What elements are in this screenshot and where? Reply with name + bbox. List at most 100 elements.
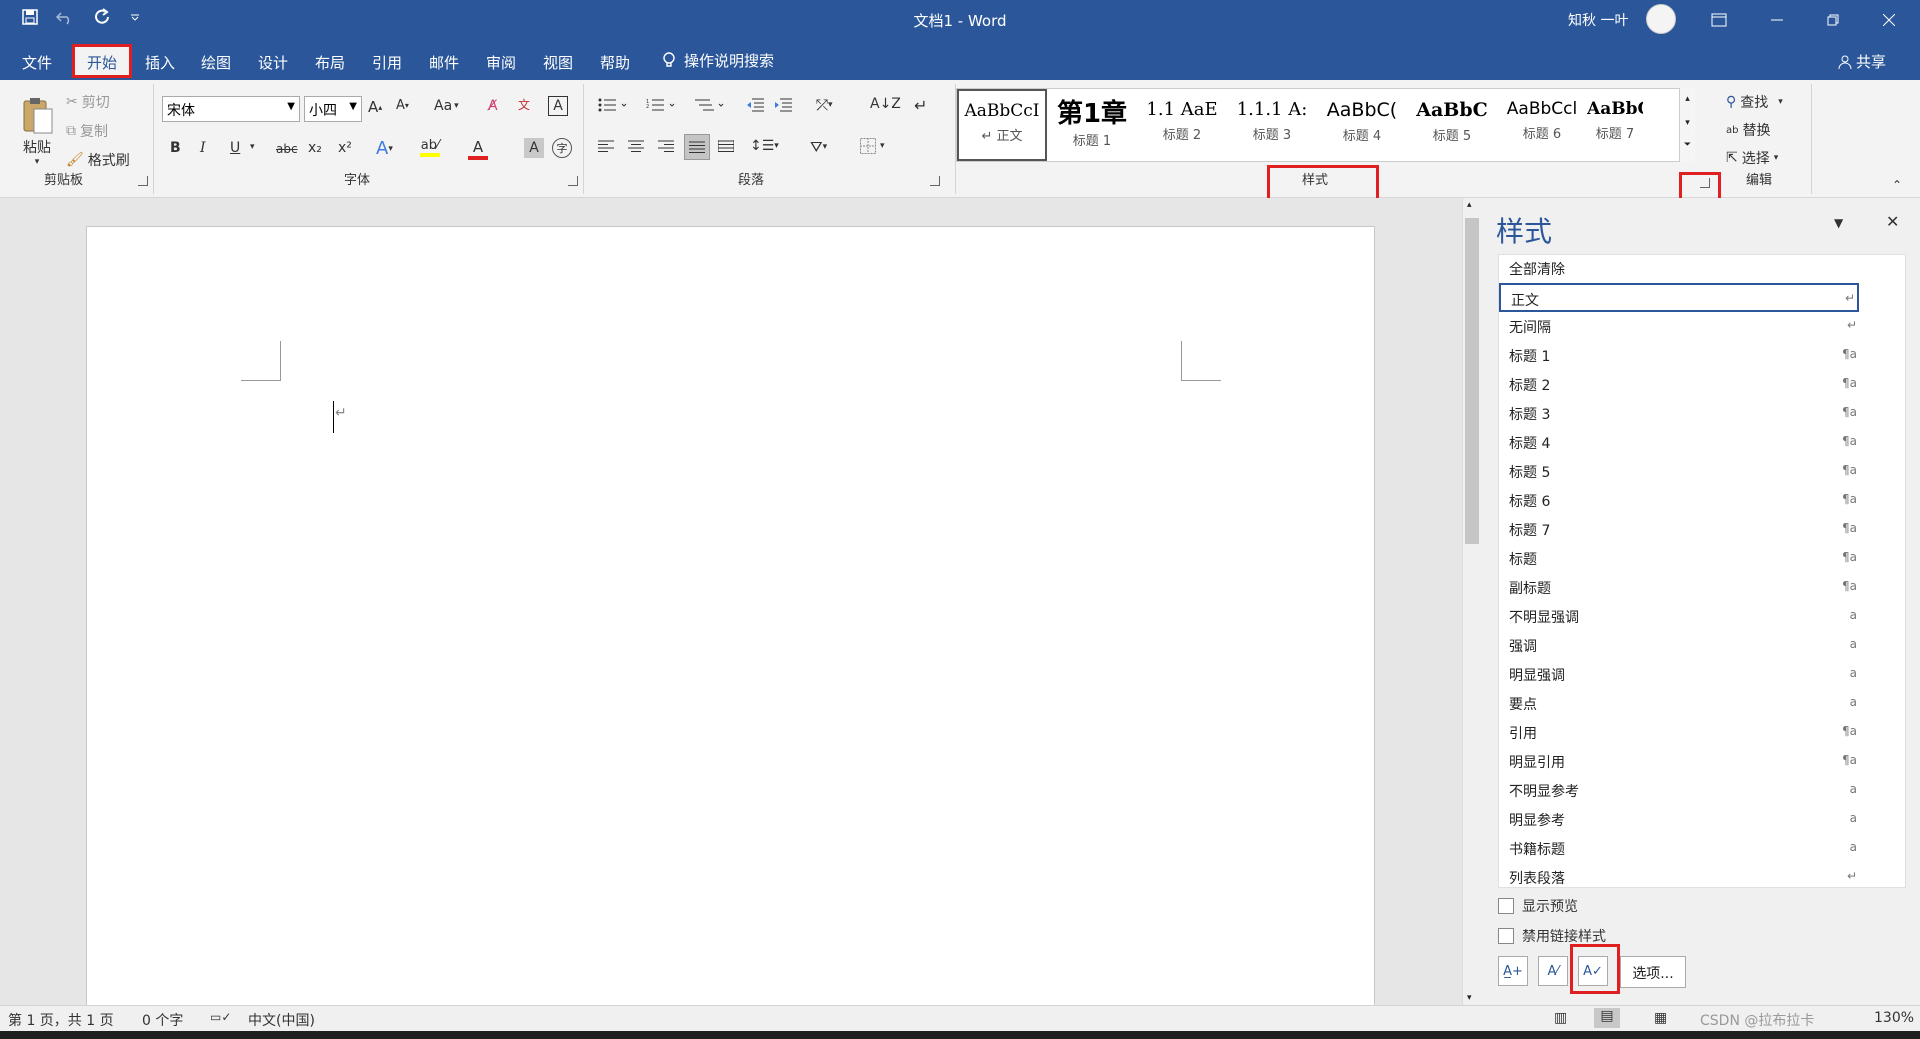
select-button[interactable]: ⇱ 选择 ▾ bbox=[1726, 148, 1778, 168]
style-heading-1[interactable]: 第1章 标题 1 bbox=[1047, 89, 1137, 161]
bullets-icon[interactable] bbox=[598, 98, 628, 112]
enclose-character-icon[interactable]: A bbox=[548, 96, 568, 116]
grow-font-button[interactable]: A ▴ bbox=[368, 98, 382, 116]
style-heading-6[interactable]: AaBbCcl 标题 6 bbox=[1497, 89, 1587, 161]
scroll-down-icon[interactable]: ▾ bbox=[1467, 993, 1472, 1003]
copy-button[interactable]: ⧉ 复制 bbox=[66, 121, 108, 141]
chinese-layout-icon[interactable]: ⤱ ▾ bbox=[816, 96, 833, 114]
options-button[interactable]: 选项... bbox=[1620, 956, 1686, 988]
strikethrough-button[interactable]: abc bbox=[276, 142, 298, 156]
borders-icon[interactable]: ▾ bbox=[860, 138, 885, 154]
paragraph-dialog-launcher[interactable] bbox=[930, 176, 940, 186]
ribbon-display-options-button[interactable] bbox=[1696, 0, 1742, 40]
style-list-item[interactable]: 标题 3 ¶a bbox=[1499, 399, 1905, 428]
style-list-item[interactable]: 标题 ¶a bbox=[1499, 544, 1905, 573]
show-marks-icon[interactable]: ↵ bbox=[914, 96, 927, 115]
font-dialog-launcher[interactable] bbox=[568, 176, 578, 186]
pane-options-icon[interactable]: ▼ bbox=[1834, 216, 1843, 230]
enclose-characters-icon[interactable]: 字 bbox=[552, 138, 572, 158]
close-button[interactable] bbox=[1866, 0, 1912, 40]
style-list-item[interactable]: 明显参考 a bbox=[1499, 805, 1905, 834]
style-heading-5[interactable]: AaBbC 标题 5 bbox=[1407, 89, 1497, 161]
clipboard-dialog-launcher[interactable] bbox=[138, 176, 148, 186]
word-count[interactable]: 0 个字 bbox=[142, 1010, 183, 1030]
shading-icon[interactable]: ⛛ ▾ bbox=[810, 138, 827, 156]
style-heading-7[interactable]: AaBbCcl 标题 7 bbox=[1587, 89, 1643, 161]
style-normal[interactable]: AaBbCcI ↵ 正文 bbox=[957, 89, 1047, 161]
read-mode-icon[interactable]: ▥ bbox=[1554, 1010, 1567, 1026]
style-list-item[interactable]: 书籍标题 a bbox=[1499, 834, 1905, 863]
document-page[interactable]: ↵ bbox=[86, 226, 1375, 1016]
style-list-item[interactable]: 标题 4 ¶a bbox=[1499, 428, 1905, 457]
italic-button[interactable]: I bbox=[200, 140, 206, 156]
styles-gallery-scroll[interactable]: ▴ ▾ ⏷ bbox=[1679, 88, 1695, 162]
restore-button[interactable] bbox=[1810, 0, 1856, 40]
style-list-item[interactable]: 引用 ¶a bbox=[1499, 718, 1905, 747]
style-list-item[interactable]: 要点 a bbox=[1499, 689, 1905, 718]
tab-references[interactable]: 引用 bbox=[372, 52, 402, 73]
numbering-icon[interactable]: 12 bbox=[646, 98, 676, 112]
tab-layout[interactable]: 布局 bbox=[315, 52, 345, 73]
style-list-item[interactable]: 标题 6 ¶a bbox=[1499, 486, 1905, 515]
page-count[interactable]: 第 1 页，共 1 页 bbox=[8, 1010, 114, 1030]
increase-indent-icon[interactable] bbox=[774, 98, 792, 112]
tab-view[interactable]: 视图 bbox=[543, 52, 573, 73]
decrease-indent-icon[interactable] bbox=[746, 98, 764, 112]
user-name[interactable]: 知秋 一叶 bbox=[1568, 10, 1628, 30]
style-heading-2[interactable]: 1.1 AaE 标题 2 bbox=[1137, 89, 1227, 161]
clear-formatting-icon[interactable]: A̸ bbox=[488, 98, 498, 114]
style-list-item[interactable]: 强调 a bbox=[1499, 631, 1905, 660]
cut-button[interactable]: ✂ 剪切 bbox=[66, 92, 110, 112]
distributed-icon[interactable] bbox=[718, 140, 734, 152]
style-list-item[interactable]: 明显引用 ¶a bbox=[1499, 747, 1905, 776]
tab-draw[interactable]: 绘图 bbox=[201, 52, 231, 73]
style-inspector-button[interactable]: A⁄ bbox=[1538, 956, 1568, 986]
tab-file[interactable]: 文件 bbox=[22, 52, 52, 73]
shrink-font-button[interactable]: A ▾ bbox=[396, 98, 409, 113]
tell-me-search[interactable]: 操作说明搜索 bbox=[662, 50, 774, 71]
style-list-item[interactable]: 明显强调 a bbox=[1499, 660, 1905, 689]
style-list-item[interactable]: 标题 5 ¶a bbox=[1499, 457, 1905, 486]
share-button[interactable]: 共享 bbox=[1838, 51, 1886, 72]
character-shading-icon[interactable]: A bbox=[524, 138, 544, 158]
zoom-level[interactable]: 130% bbox=[1874, 1010, 1914, 1026]
style-list-item[interactable]: 全部清除 bbox=[1499, 255, 1905, 283]
style-list-item[interactable]: 列表段落 ↵ bbox=[1499, 863, 1905, 887]
web-layout-icon[interactable]: ▦ bbox=[1654, 1010, 1667, 1026]
disable-linked-styles-checkbox[interactable] bbox=[1498, 928, 1514, 944]
save-icon[interactable] bbox=[22, 9, 38, 25]
minimize-button[interactable] bbox=[1754, 0, 1800, 40]
align-left-icon[interactable] bbox=[598, 140, 614, 152]
tab-help[interactable]: 帮助 bbox=[600, 52, 630, 73]
underline-button[interactable]: U bbox=[230, 140, 240, 156]
paste-button[interactable]: 粘贴 ▾ bbox=[14, 90, 60, 174]
tab-insert[interactable]: 插入 bbox=[145, 52, 175, 73]
replace-button[interactable]: ab 替换 bbox=[1726, 120, 1770, 140]
multilevel-list-icon[interactable] bbox=[694, 98, 726, 112]
proofing-icon[interactable]: ▭✓ bbox=[210, 1010, 231, 1024]
customize-qat-icon[interactable] bbox=[130, 12, 140, 22]
line-spacing-icon[interactable]: ↕☰ ▾ bbox=[750, 138, 779, 154]
style-list-item[interactable]: 副标题 ¶a bbox=[1499, 573, 1905, 602]
style-list-item[interactable]: 无间隔 ↵ bbox=[1499, 312, 1905, 341]
align-center-icon[interactable] bbox=[628, 140, 644, 152]
avatar[interactable] bbox=[1646, 4, 1676, 34]
style-list-item[interactable]: 标题 2 ¶a bbox=[1499, 370, 1905, 399]
new-style-button[interactable]: A̲+ bbox=[1498, 956, 1528, 986]
scroll-thumb[interactable] bbox=[1465, 218, 1479, 544]
tab-design[interactable]: 设计 bbox=[258, 52, 288, 73]
collapse-ribbon-icon[interactable]: ⌃ bbox=[1892, 178, 1902, 192]
style-list-item[interactable]: 正文 ↵ bbox=[1499, 283, 1859, 312]
font-size-combo[interactable]: 小四 ▼ bbox=[304, 96, 362, 122]
show-preview-checkbox[interactable] bbox=[1498, 898, 1514, 914]
style-heading-3[interactable]: 1.1.1 A: 标题 3 bbox=[1227, 89, 1317, 161]
style-list-item[interactable]: 不明显强调 a bbox=[1499, 602, 1905, 631]
change-case-button[interactable]: Aa ▾ bbox=[434, 98, 459, 114]
subscript-button[interactable]: x₂ bbox=[308, 140, 322, 156]
redo-icon[interactable] bbox=[94, 8, 112, 26]
scroll-up-icon[interactable]: ▴ bbox=[1467, 200, 1472, 210]
scroll-up-icon[interactable]: ▴ bbox=[1680, 88, 1695, 112]
align-right-icon[interactable] bbox=[658, 140, 674, 152]
style-list-item[interactable]: 不明显参考 a bbox=[1499, 776, 1905, 805]
chevron-down-icon[interactable]: ▾ bbox=[250, 142, 255, 152]
